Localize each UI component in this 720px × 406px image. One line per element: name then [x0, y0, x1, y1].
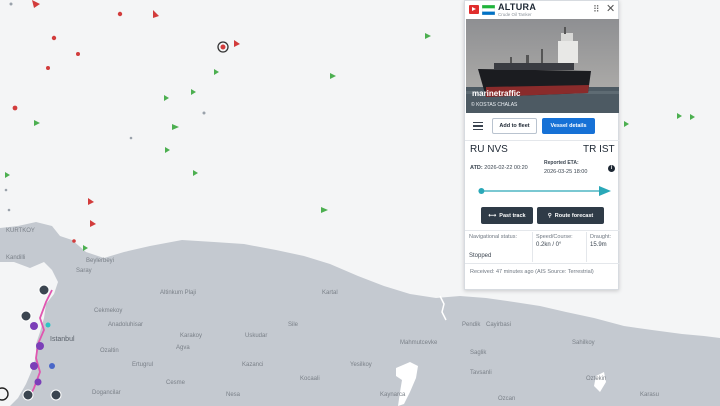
- photo-credit: © KOSTAS CHALAS: [471, 102, 518, 108]
- more-options-icon[interactable]: ⠿: [593, 4, 600, 15]
- map-place-label: Ozcan: [498, 396, 516, 402]
- map-place-label: Kandilli: [6, 255, 26, 261]
- route-forecast-icon: ⚲: [547, 212, 552, 219]
- atd-line: ATD: 2026-02-22 00:20: [470, 165, 528, 171]
- vessel-photo-image: [466, 19, 619, 113]
- map-place-label: Cekmekoy: [94, 308, 123, 314]
- map-place-label: Saray: [76, 268, 92, 274]
- divider: [465, 140, 620, 141]
- draught-label: Draught:: [590, 234, 612, 240]
- map-place-label: Kocaali: [300, 376, 320, 382]
- past-track-button[interactable]: ⟷ Past track: [481, 207, 533, 224]
- map-place-label: Sahilkoy: [572, 340, 595, 346]
- atd-label: ATD:: [470, 165, 483, 171]
- destination-port[interactable]: TR IST: [583, 144, 615, 155]
- map-place-label: Kazanci: [242, 362, 264, 368]
- photo-watermark: marinetraffic: [472, 89, 521, 98]
- map-place-label: Anadoluhisar: [108, 322, 144, 328]
- tanker-flag-icon: [469, 5, 479, 14]
- info-icon[interactable]: i: [608, 165, 615, 172]
- divider: [532, 232, 533, 262]
- map-place-label: Saglik: [470, 350, 487, 356]
- map-place-label: Oztekin: [586, 376, 607, 382]
- vessel-type: Crude Oil Tanker: [498, 12, 532, 17]
- route-forecast-label: Route forecast: [554, 212, 594, 219]
- hamburger-menu-icon[interactable]: [473, 122, 483, 132]
- map-place-label: Altinkum Plaji: [160, 290, 197, 296]
- map-place-label: Kaynarca: [380, 392, 406, 398]
- speed-course-label: Speed/Course:: [536, 234, 573, 240]
- received-status: Received: 47 minutes ago (AIS Source: Te…: [470, 269, 594, 275]
- nav-status-label: Navigational status:: [469, 234, 517, 240]
- map-place-label: Sile: [288, 322, 299, 328]
- map-place-label: Cesme: [166, 380, 186, 386]
- divider: [586, 232, 587, 262]
- map-place-label: Pendik: [462, 322, 481, 328]
- map-place-label: Cayirbasi: [486, 322, 512, 328]
- atd-value: 2026-02-22 00:20: [484, 165, 528, 171]
- draught-value: 15.9m: [590, 242, 607, 248]
- map-place-label: Dogancilar: [92, 390, 121, 396]
- map-place-label: Uskudar: [245, 333, 268, 339]
- map-place-label: Agva: [176, 345, 190, 351]
- map-place-label: Nesa: [226, 392, 241, 398]
- destination-arrow-icon: [599, 186, 611, 196]
- map-place-label: Yesilkoy: [350, 362, 372, 368]
- nav-status-value: Stopped: [469, 253, 492, 259]
- eta-value: 2026-03-25 18:00: [544, 169, 588, 175]
- vessel-info-card: ALTURA Crude Oil Tanker ⠿ ✕ marinetraffi…: [464, 0, 620, 290]
- divider: [465, 263, 620, 264]
- map-city-label: Istanbul: [50, 336, 75, 343]
- map-place-label: Beylerbeyi: [86, 258, 115, 264]
- vessel-details-button[interactable]: Vessel details: [542, 118, 595, 134]
- country-flag-icon: [482, 5, 495, 15]
- divider: [465, 230, 620, 231]
- vessel-position-dot: [478, 188, 485, 194]
- map-place-label: Karasu: [640, 392, 660, 398]
- map-place-label: Kartal: [322, 290, 338, 296]
- vessel-card-header: ALTURA Crude Oil Tanker ⠿ ✕: [465, 1, 620, 19]
- close-icon[interactable]: ✕: [606, 2, 615, 15]
- eta-label: Reported ETA:: [544, 160, 579, 166]
- route-forecast-button[interactable]: ⚲ Route forecast: [537, 207, 604, 224]
- vessel-name: ALTURA: [498, 2, 537, 12]
- speed-course-value: 0.2kn / 0°: [536, 242, 562, 248]
- map-place-label: Ertugrul: [132, 362, 154, 368]
- vessel-photo[interactable]: marinetraffic © KOSTAS CHALAS: [466, 19, 619, 113]
- route-progress-bar: [478, 186, 611, 196]
- map-place-label: Mahmutcevke: [400, 340, 438, 346]
- departure-port[interactable]: RU NVS: [470, 144, 508, 155]
- past-track-label: Past track: [499, 212, 526, 219]
- past-track-icon: ⟷: [488, 212, 497, 219]
- vessel-actions-bar: Add to fleet Vessel details: [465, 117, 620, 137]
- map-place-label: Karakoy: [180, 333, 203, 339]
- map-place-label: KURTKOY: [6, 228, 35, 234]
- map-place-label: Ozaltin: [100, 348, 119, 354]
- add-to-fleet-button[interactable]: Add to fleet: [492, 118, 537, 134]
- map-place-label: Tavsanli: [470, 370, 492, 376]
